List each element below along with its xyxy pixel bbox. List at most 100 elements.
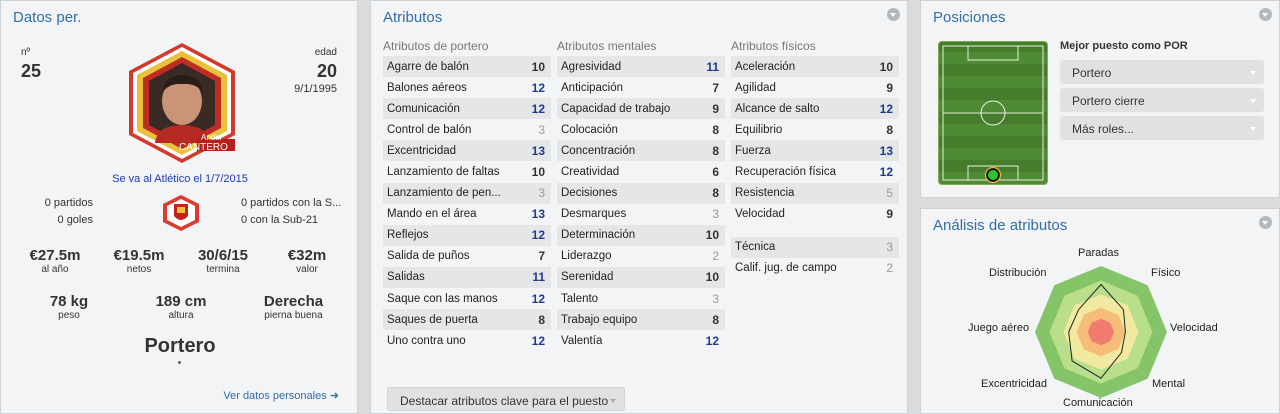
radar-label-communication: Comunicación xyxy=(1063,397,1133,409)
attribute-row[interactable]: Balones aéreos 12 xyxy=(383,77,551,98)
view-personal-details-link[interactable]: Ver datos personales ➜ xyxy=(223,389,339,402)
attribute-row[interactable]: Desmarques 3 xyxy=(557,204,725,225)
attribute-row[interactable]: Reflejos 12 xyxy=(383,224,551,246)
attribute-row[interactable]: Concentración 8 xyxy=(557,140,725,162)
attribute-value: 12 xyxy=(531,291,545,306)
attribute-name: Lanzamiento de faltas xyxy=(387,166,500,179)
attribute-row[interactable]: Trabajo equipo 8 xyxy=(557,309,725,331)
attributes-menu-icon[interactable] xyxy=(887,8,900,21)
attribute-name: Resistencia xyxy=(735,187,795,200)
attribute-row[interactable]: Creatividad 6 xyxy=(557,161,725,182)
attribute-row[interactable]: Velocidad 9 xyxy=(731,204,899,225)
attribute-name: Fuerza xyxy=(735,144,771,157)
highlight-key-attributes-button[interactable]: Destacar atributos clave para el puesto xyxy=(387,387,625,411)
attribute-value: 3 xyxy=(886,240,893,255)
attribute-row[interactable]: Técnica 3 xyxy=(731,236,899,258)
transfer-note[interactable]: Se va al Atlético el 1/7/2015 xyxy=(1,173,359,185)
attribute-value: 9 xyxy=(886,80,893,95)
attribute-name: Determinación xyxy=(561,229,636,242)
attribute-name: Control de balón xyxy=(387,123,472,136)
attribute-value: 12 xyxy=(531,228,545,243)
analysis-title: Análisis de atributos xyxy=(933,217,1068,234)
attribute-row[interactable]: Calif. jug. de campo 2 xyxy=(731,258,899,279)
radar-label-saves: Paradas xyxy=(1078,247,1119,259)
attribute-name: Recuperación física xyxy=(735,166,836,179)
contract-end-label: termina xyxy=(206,264,240,275)
attribute-row[interactable]: Anticipación 7 xyxy=(557,77,725,98)
attribute-row[interactable]: Saque con las manos 12 xyxy=(383,288,551,309)
attribute-row[interactable]: Agarre de balón 10 xyxy=(383,56,551,78)
goalkeeping-column: Atributos de portero Agarre de balón 10 Ba… xyxy=(383,39,551,351)
attribute-name: Talento xyxy=(561,292,599,305)
attributes-title: Atributos xyxy=(383,9,443,26)
attribute-row[interactable]: Decisiones 8 xyxy=(557,182,725,204)
caps-goals: 0 goles xyxy=(57,214,93,226)
attribute-value: 6 xyxy=(712,165,719,180)
attribute-name: Mando en el área xyxy=(387,208,477,221)
attribute-name: Serenidad xyxy=(561,271,614,284)
attribute-value: 12 xyxy=(531,80,545,95)
attribute-row[interactable]: Alcance de salto 12 xyxy=(731,98,899,120)
attribute-row[interactable]: Lanzamiento de faltas 10 xyxy=(383,161,551,182)
attribute-value: 11 xyxy=(532,270,545,285)
attribute-row[interactable]: Lanzamiento de pen... 3 xyxy=(383,182,551,204)
attribute-row[interactable]: Control de balón 3 xyxy=(383,119,551,140)
attribute-name: Creatividad xyxy=(561,166,620,179)
personal-panel: Datos per. nº 25 edad 20 9/1/1995 Ander … xyxy=(0,0,358,414)
attribute-row[interactable]: Determinación 10 xyxy=(557,224,725,246)
attribute-value: 12 xyxy=(531,101,545,116)
attribute-name: Anticipación xyxy=(561,81,624,94)
attribute-name: Aceleración xyxy=(735,60,796,73)
attribute-row[interactable]: Serenidad 10 xyxy=(557,266,725,289)
attribute-row[interactable]: Comunicación 12 xyxy=(383,98,551,120)
attribute-row[interactable]: Uno contra uno 12 xyxy=(383,330,551,351)
attribute-value: 13 xyxy=(531,143,545,158)
attribute-name: Saques de puerta xyxy=(387,313,478,326)
position-dot xyxy=(178,361,181,364)
attribute-row[interactable]: Agilidad 9 xyxy=(731,77,899,98)
attribute-value: 9 xyxy=(712,101,719,116)
attribute-value: 5 xyxy=(886,186,893,201)
attribute-row[interactable]: Salidas 11 xyxy=(383,266,551,289)
attribute-row[interactable]: Saques de puerta 8 xyxy=(383,309,551,331)
attribute-value: 12 xyxy=(879,101,893,116)
attribute-value: 8 xyxy=(712,143,719,158)
more-roles-dropdown[interactable]: Más roles... xyxy=(1060,116,1264,140)
number-label: nº xyxy=(21,47,31,58)
radar-label-distribution: Distribución xyxy=(989,267,1047,279)
attribute-name: Comunicación xyxy=(387,102,460,115)
attribute-row[interactable]: Agresividad 11 xyxy=(557,56,725,78)
attribute-row[interactable]: Aceleración 10 xyxy=(731,56,899,78)
attribute-row[interactable]: Valentía 12 xyxy=(557,330,725,351)
attribute-row[interactable]: Colocación 8 xyxy=(557,119,725,140)
height-label: altura xyxy=(168,310,194,321)
attribute-value: 10 xyxy=(531,59,545,74)
net-wage-label: netos xyxy=(126,264,152,275)
attribute-row[interactable]: Talento 3 xyxy=(557,288,725,309)
attribute-row[interactable]: Salida de puños 7 xyxy=(383,246,551,267)
attribute-row[interactable]: Liderazgo 2 xyxy=(557,246,725,267)
attribute-row[interactable]: Fuerza 13 xyxy=(731,140,899,162)
attribute-row[interactable]: Capacidad de trabajo 9 xyxy=(557,98,725,120)
attribute-name: Uno contra uno xyxy=(387,334,466,347)
birth-date: 9/1/1995 xyxy=(294,83,337,95)
attribute-radar-chart xyxy=(1035,266,1167,398)
pitch-diagram xyxy=(938,41,1048,185)
attribute-name: Saque con las manos xyxy=(387,292,498,305)
attribute-name: Agilidad xyxy=(735,81,776,94)
attribute-name: Equilibrio xyxy=(735,123,783,136)
attribute-row[interactable]: Excentricidad 13 xyxy=(383,140,551,162)
role-dropdown-sweeper-keeper[interactable]: Portero cierre xyxy=(1060,88,1264,112)
attribute-value: 10 xyxy=(705,228,719,243)
attribute-row[interactable]: Mando en el área 13 xyxy=(383,204,551,225)
positions-menu-icon[interactable] xyxy=(1259,8,1272,21)
radar-label-eccentricity: Excentricidad xyxy=(981,378,1048,390)
analysis-menu-icon[interactable] xyxy=(1259,216,1272,229)
role-dropdown-goalkeeper[interactable]: Portero xyxy=(1060,60,1264,84)
attribute-value: 8 xyxy=(712,186,719,201)
attribute-row[interactable]: Recuperación física 12 xyxy=(731,161,899,182)
attribute-row[interactable]: Equilibrio 8 xyxy=(731,119,899,140)
attribute-name: Liderazgo xyxy=(561,250,612,263)
radar-ring xyxy=(1087,318,1115,346)
attribute-row[interactable]: Resistencia 5 xyxy=(731,182,899,204)
